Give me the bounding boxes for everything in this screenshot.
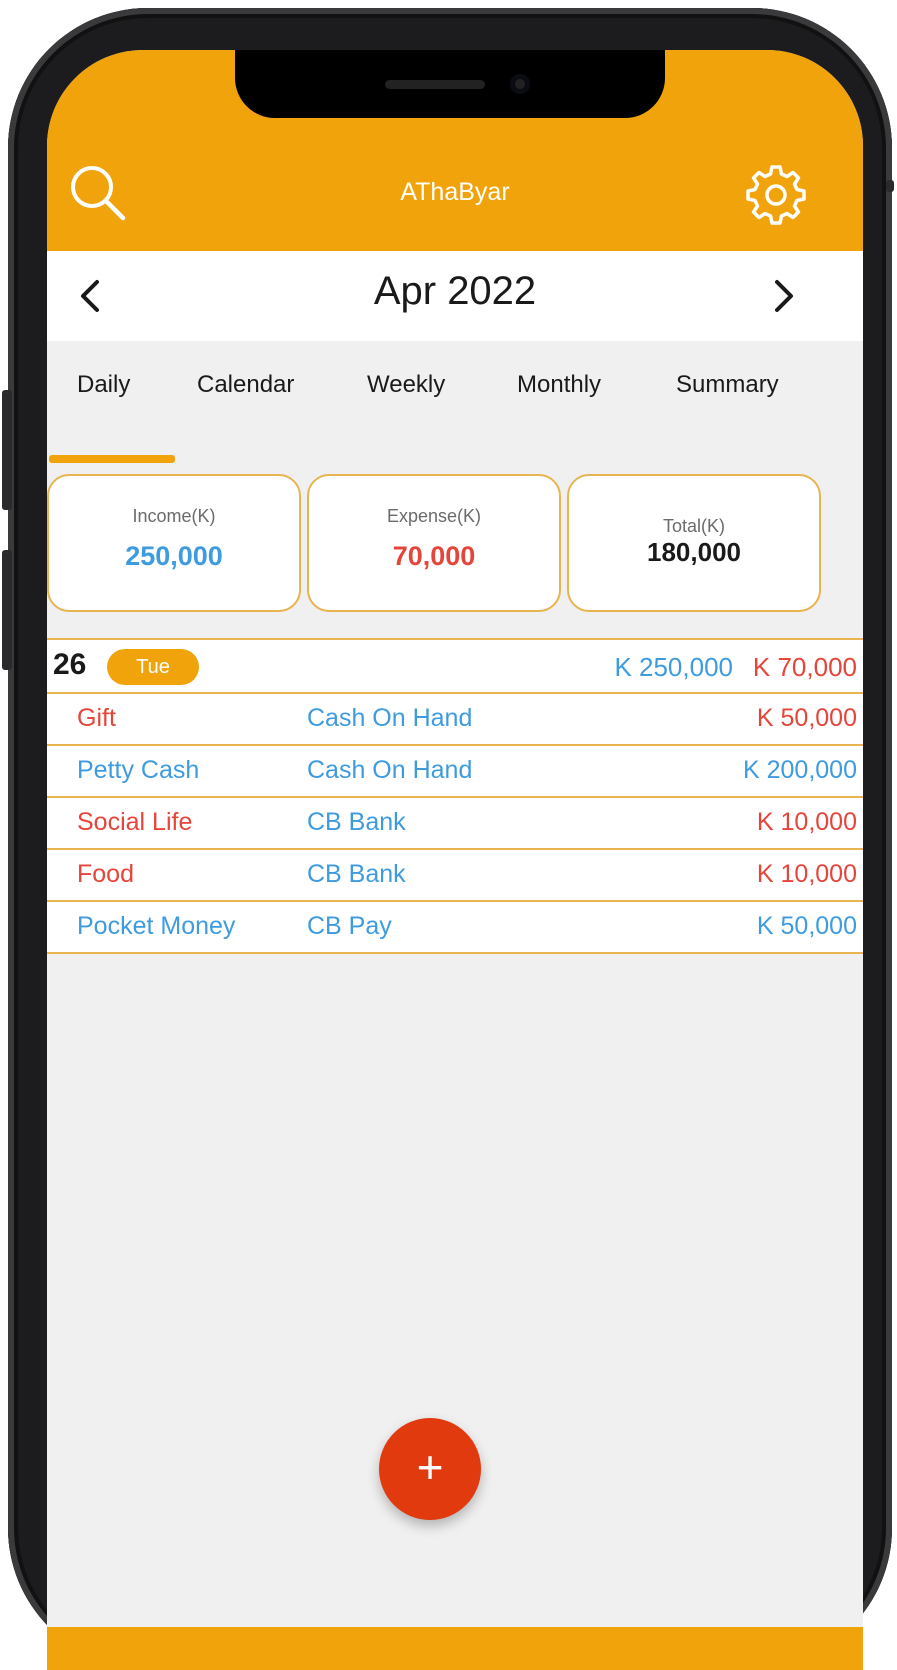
transaction-amount: K 200,000: [743, 756, 857, 784]
phone-notch: [235, 50, 665, 118]
gear-icon[interactable]: [745, 164, 807, 226]
phone-side-button: [886, 180, 894, 192]
day-income-total: K 250,000: [614, 652, 733, 682]
add-transaction-button[interactable]: +: [379, 1418, 481, 1520]
transaction-category: Pocket Money: [77, 912, 236, 940]
month-navigator: Apr 2022: [47, 251, 863, 341]
day-header: 26 Tue K 250,000 K 70,000: [47, 638, 863, 694]
transaction-account: CB Bank: [307, 808, 406, 836]
view-tabs: Daily Calendar Weekly Monthly Summary: [47, 341, 863, 421]
tab-calendar[interactable]: Calendar: [197, 371, 294, 399]
current-month: Apr 2022: [373, 269, 537, 313]
income-summary-card: Income(K) 250,000: [47, 474, 301, 612]
transaction-category: Gift: [77, 704, 116, 732]
app-screen: AThaByar Apr 2022 Daily Calendar Weekly …: [47, 50, 863, 1670]
transaction-category: Petty Cash: [77, 756, 200, 784]
transaction-account: Cash On Hand: [307, 756, 473, 784]
transaction-amount: K 10,000: [756, 808, 857, 836]
transaction-category: Social Life: [77, 808, 193, 836]
active-tab-indicator: [49, 455, 175, 463]
tab-daily[interactable]: Daily: [77, 371, 130, 399]
tab-summary[interactable]: Summary: [676, 371, 779, 399]
tab-weekly[interactable]: Weekly: [367, 371, 445, 399]
transaction-amount: K 50,000: [756, 704, 857, 732]
tab-monthly[interactable]: Monthly: [517, 371, 601, 399]
total-label: Total(K): [662, 516, 725, 536]
chevron-right-icon[interactable]: [769, 279, 799, 313]
expense-value: 70,000: [392, 541, 476, 571]
front-camera: [510, 74, 530, 94]
day-expense-total: K 70,000: [752, 652, 857, 682]
day-number: 26: [53, 648, 87, 681]
income-label: Income(K): [132, 506, 216, 526]
transaction-row[interactable]: Pocket Money CB Pay K 50,000: [47, 902, 863, 954]
transaction-row[interactable]: Social Life CB Bank K 10,000: [47, 798, 863, 850]
transaction-row[interactable]: Gift Cash On Hand K 50,000: [47, 694, 863, 746]
transaction-category: Food: [77, 860, 134, 888]
transaction-account: Cash On Hand: [307, 704, 473, 732]
transaction-account: CB Pay: [307, 912, 392, 940]
total-value: 180,000: [647, 537, 741, 567]
app-header: AThaByar: [47, 50, 863, 251]
transaction-row[interactable]: Food CB Bank K 10,000: [47, 850, 863, 902]
transaction-row[interactable]: Petty Cash Cash On Hand K 200,000: [47, 746, 863, 798]
expense-label: Expense(K): [386, 506, 482, 526]
plus-icon: +: [416, 1441, 444, 1493]
phone-side-button: [2, 550, 12, 670]
transaction-amount: K 50,000: [756, 912, 857, 940]
bottom-bar: [47, 1627, 863, 1670]
phone-side-button: [2, 390, 12, 510]
transaction-amount: K 10,000: [756, 860, 857, 888]
transaction-account: CB Bank: [307, 860, 406, 888]
total-summary-card: Total(K) 180,000: [567, 474, 821, 612]
weekday-badge: Tue: [107, 649, 199, 685]
app-title: AThaByar: [400, 178, 510, 206]
income-value: 250,000: [125, 541, 223, 571]
speaker-grille: [385, 80, 485, 89]
expense-summary-card: Expense(K) 70,000: [307, 474, 561, 612]
